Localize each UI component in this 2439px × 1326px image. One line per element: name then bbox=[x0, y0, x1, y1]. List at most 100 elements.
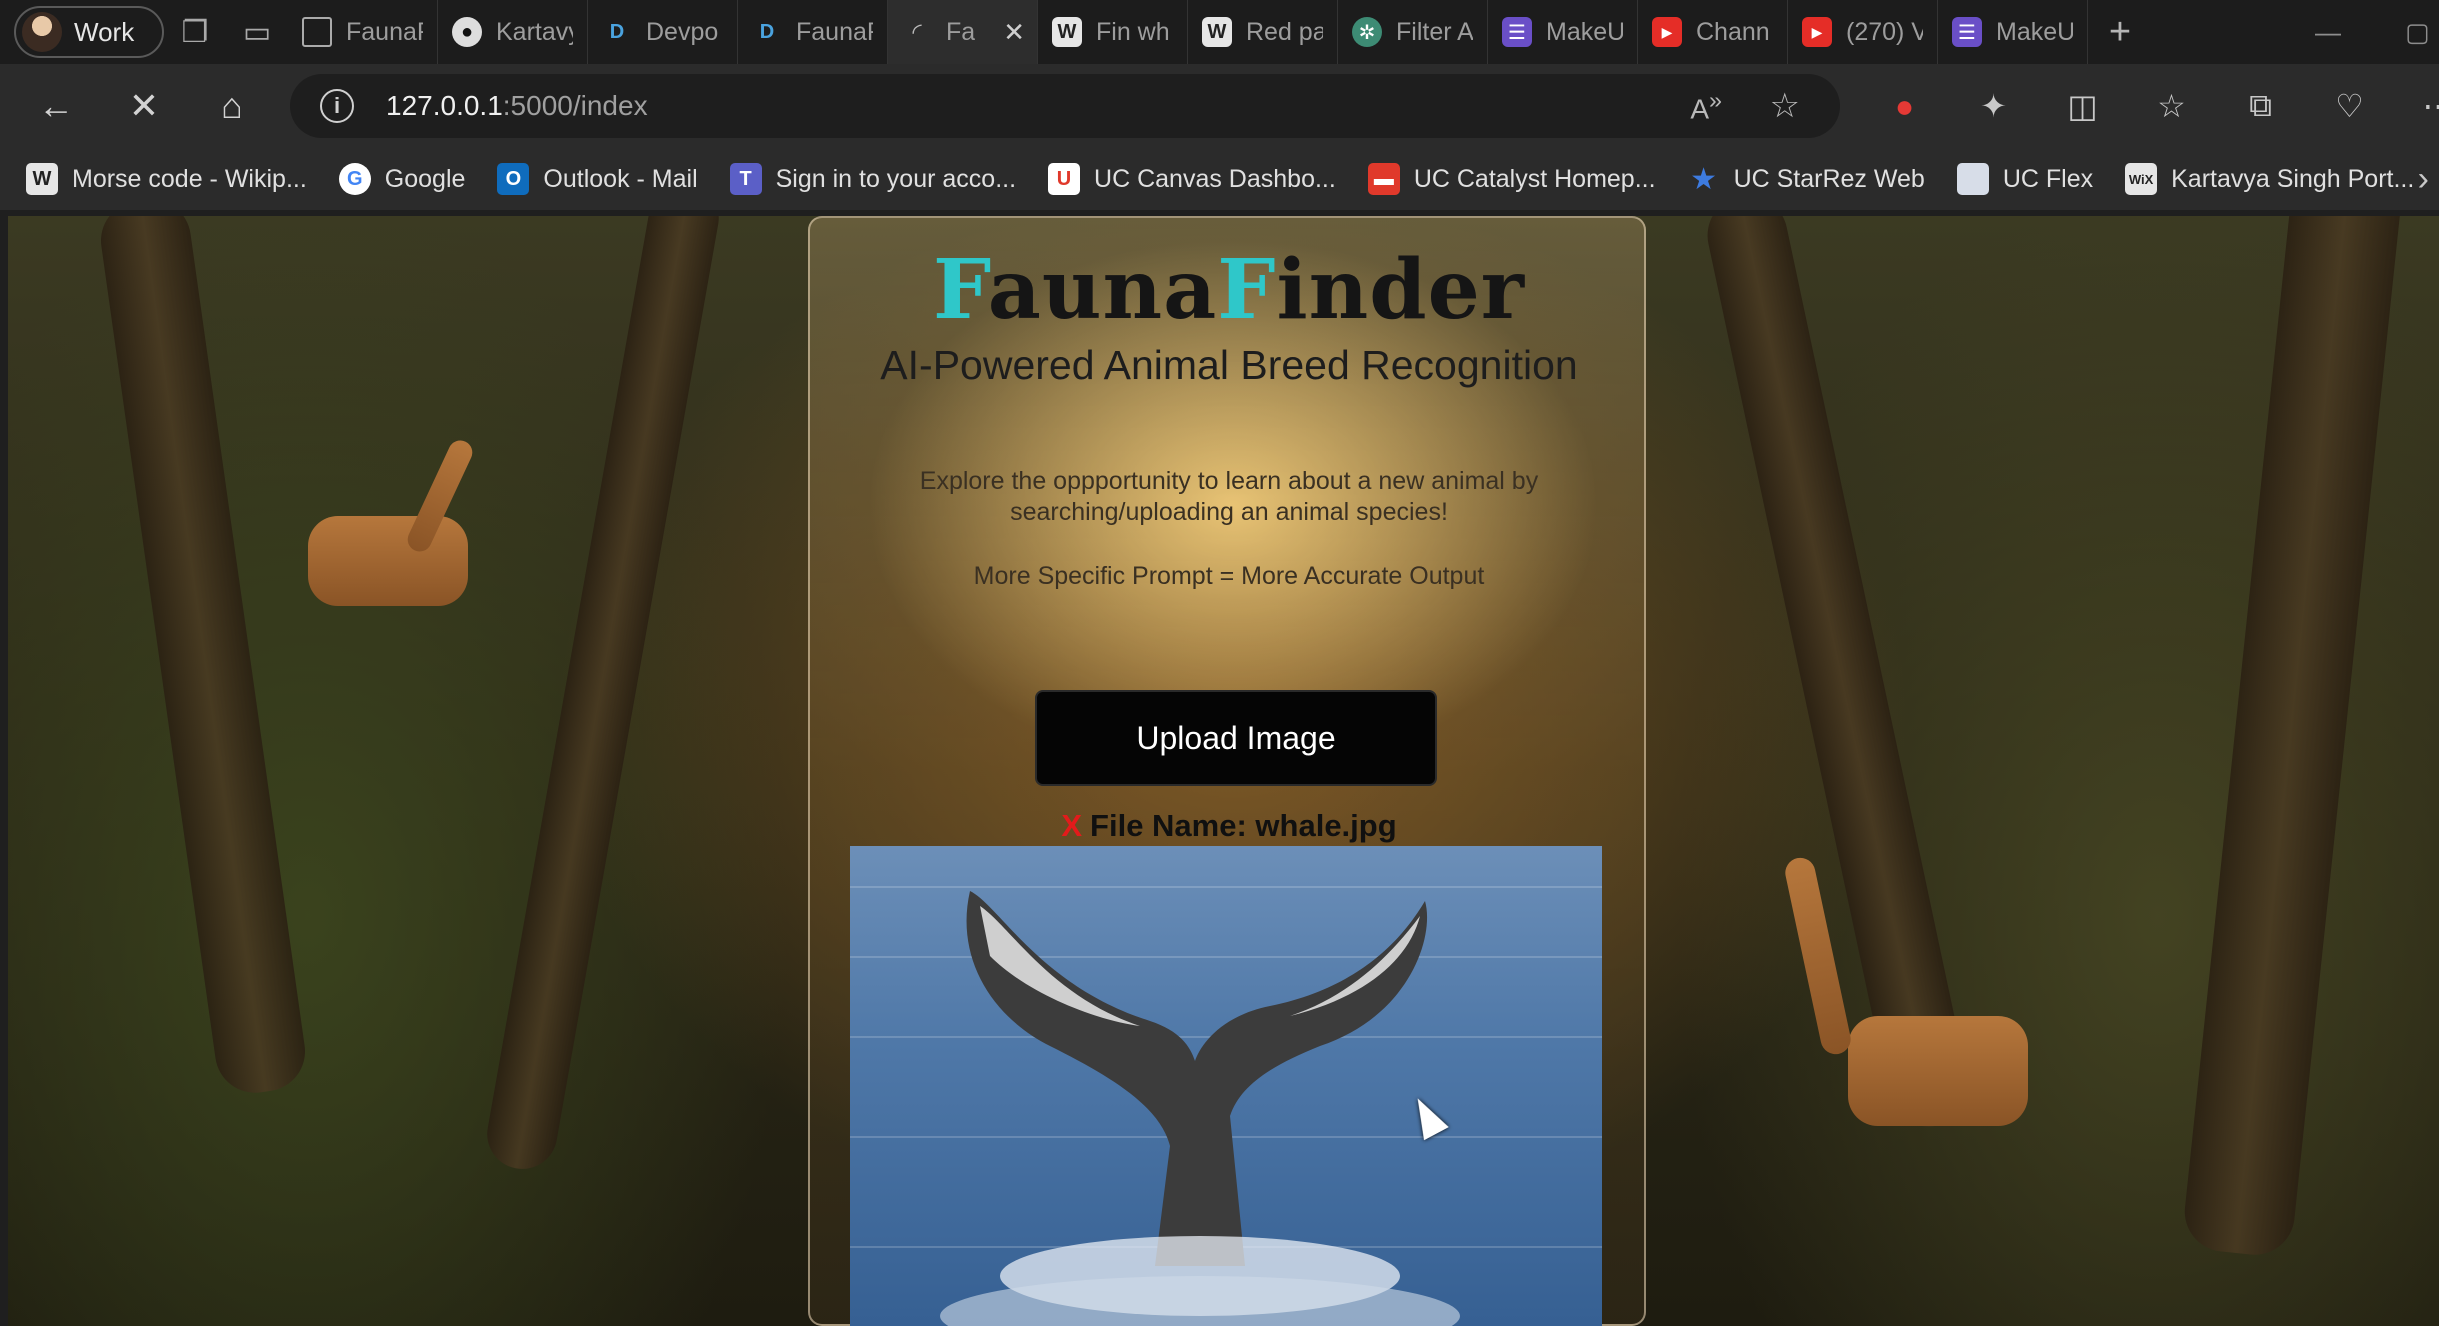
bookmark-item[interactable]: WiX Kartavya Singh Port... bbox=[2125, 163, 2414, 195]
tab[interactable]: D FaunaF bbox=[738, 0, 888, 64]
maximize-icon[interactable]: ▢ bbox=[2405, 0, 2430, 64]
d-icon: D bbox=[759, 20, 775, 43]
bookmark-item[interactable]: UC Flex bbox=[1956, 163, 2093, 195]
tree-trunk bbox=[2180, 216, 2406, 1259]
tab[interactable]: D Devpo bbox=[588, 0, 738, 64]
url-text[interactable]: 127.0.0.1:5000/index bbox=[386, 90, 648, 122]
canvas-icon: U bbox=[1048, 163, 1081, 195]
more-menu-icon[interactable]: ⋯ bbox=[2394, 87, 2439, 125]
bookmark-label: UC StarRez Web bbox=[1733, 164, 1925, 193]
profile-label: Work bbox=[74, 16, 135, 47]
tab[interactable]: ☰ MakeU bbox=[1488, 0, 1638, 64]
tab[interactable]: FaunaF bbox=[288, 0, 438, 64]
read-aloud-icon[interactable]: A» bbox=[1690, 87, 1722, 125]
loading-icon: ◜ bbox=[912, 18, 922, 46]
bookmark-label: UC Canvas Dashbo... bbox=[1094, 164, 1336, 193]
tab-label: MakeU bbox=[1546, 17, 1623, 46]
tab[interactable]: ▶ Chann bbox=[1638, 0, 1788, 64]
new-tab-icon[interactable]: + bbox=[2088, 11, 2152, 54]
tab-label: FaunaF bbox=[796, 17, 873, 46]
minimize-icon[interactable]: — bbox=[2315, 0, 2341, 64]
workspaces-icon[interactable]: ❐ bbox=[164, 0, 226, 64]
browser-toolbar: ← ✕ ⌂ i 127.0.0.1:5000/index A» ☆ ● ✦ ◫ … bbox=[0, 64, 2439, 148]
youtube-icon: ▶ bbox=[1802, 17, 1832, 47]
tree-trunk bbox=[481, 216, 725, 1175]
d-icon: D bbox=[609, 20, 625, 43]
favorites-icon[interactable]: ☆ bbox=[2127, 87, 2216, 125]
browser-tab-bar: Work ❐ ▭ FaunaF ● Kartavy D Devpo D Faun… bbox=[0, 0, 2439, 64]
bookmark-item[interactable]: ★ UC StarRez Web bbox=[1688, 162, 1925, 196]
tab[interactable]: ☰ MakeU bbox=[1938, 0, 2088, 64]
extension-c-icon[interactable]: ● bbox=[1860, 88, 1949, 125]
page-icon bbox=[302, 17, 332, 47]
app-subtitle: AI-Powered Animal Breed Recognition bbox=[880, 342, 1578, 388]
bookmark-label: Outlook - Mail bbox=[543, 164, 698, 193]
tab[interactable]: ● Kartavy bbox=[438, 0, 588, 64]
split-screen-icon[interactable]: ◫ bbox=[2038, 87, 2127, 125]
tip-text: More Specific Prompt = More Accurate Out… bbox=[973, 562, 1485, 590]
tab-active[interactable]: ◜ Fa ✕ bbox=[888, 0, 1038, 64]
toolbar-icons: ● ✦ ◫ ☆ ⧉ ♡ ⋯ bbox=[1860, 64, 2439, 148]
bookmark-item[interactable]: ▬ UC Catalyst Homep... bbox=[1367, 163, 1656, 195]
web-page: FaunaFinder AI-Powered Animal Breed Reco… bbox=[8, 216, 2439, 1326]
tab-label: Filter A bbox=[1396, 17, 1473, 46]
bookmarks-bar: W Morse code - Wikip... G Google O Outlo… bbox=[0, 148, 2439, 210]
tree-trunk bbox=[95, 216, 311, 1098]
close-tab-icon[interactable]: ✕ bbox=[1003, 17, 1025, 48]
tab[interactable]: ✲ Filter A bbox=[1338, 0, 1488, 64]
wikipedia-icon: W bbox=[1202, 17, 1232, 47]
chevron-right-icon[interactable]: › bbox=[2418, 160, 2429, 199]
file-name-label: File Name: whale.jpg bbox=[1090, 808, 1397, 843]
google-icon: G bbox=[338, 163, 371, 195]
collections-icon[interactable]: ⧉ bbox=[2216, 87, 2305, 125]
bookmark-label: Morse code - Wikip... bbox=[72, 164, 307, 193]
list-icon: ☰ bbox=[1952, 17, 1982, 47]
bookmark-label: UC Catalyst Homep... bbox=[1413, 164, 1656, 193]
giraffe-figure bbox=[1848, 1016, 2028, 1126]
browser-essentials-icon[interactable]: ♡ bbox=[2305, 87, 2394, 125]
youtube-icon: ▶ bbox=[1652, 17, 1682, 47]
remove-file-button[interactable]: X bbox=[1061, 808, 1082, 843]
tab-label: FaunaF bbox=[346, 17, 423, 46]
bookmark-label: Google bbox=[384, 164, 466, 193]
bookmark-item[interactable]: U UC Canvas Dashbo... bbox=[1048, 163, 1336, 195]
page-icon bbox=[1956, 163, 1989, 195]
profile-button[interactable]: Work bbox=[14, 6, 164, 58]
catalyst-icon: ▬ bbox=[1367, 163, 1400, 195]
extensions-puzzle-icon[interactable]: ✦ bbox=[1949, 87, 2038, 125]
bookmark-item[interactable]: T Sign in to your acco... bbox=[729, 163, 1016, 195]
favorite-star-icon[interactable]: ☆ bbox=[1770, 86, 1800, 126]
back-arrow-icon[interactable]: ← bbox=[12, 64, 100, 148]
tab-label: Devpo bbox=[646, 17, 719, 46]
tab[interactable]: ▶ (270) V bbox=[1788, 0, 1938, 64]
wikipedia-icon: W bbox=[1052, 17, 1082, 47]
uploaded-image-preview bbox=[850, 846, 1602, 1326]
tab-actions-icon[interactable]: ▭ bbox=[226, 0, 288, 64]
site-info-icon[interactable]: i bbox=[320, 89, 354, 123]
wix-icon: WiX bbox=[2125, 163, 2158, 195]
bookmark-item[interactable]: O Outlook - Mail bbox=[497, 163, 698, 195]
bookmark-item[interactable]: W Morse code - Wikip... bbox=[26, 163, 307, 195]
tab[interactable]: W Red pa bbox=[1188, 0, 1338, 64]
bookmark-label: Kartavya Singh Port... bbox=[2171, 164, 2415, 193]
outlook-icon: O bbox=[497, 163, 530, 195]
address-bar[interactable]: i 127.0.0.1:5000/index A» ☆ bbox=[290, 74, 1840, 138]
stop-loading-icon[interactable]: ✕ bbox=[100, 64, 188, 148]
app-title: FaunaFinder bbox=[933, 242, 1525, 338]
description-text: Explore the oppportunity to learn about … bbox=[919, 467, 1539, 526]
tab-label: Fin wh bbox=[1096, 17, 1170, 46]
upload-image-button[interactable]: Upload Image bbox=[1035, 690, 1437, 786]
file-name-row: X File Name: whale.jpg bbox=[810, 808, 1648, 844]
bookmark-item[interactable]: G Google bbox=[338, 163, 466, 195]
github-icon: ● bbox=[452, 17, 482, 47]
home-icon[interactable]: ⌂ bbox=[188, 64, 276, 148]
star-icon: ★ bbox=[1690, 162, 1718, 196]
avatar bbox=[22, 12, 62, 52]
tab-label: Fa bbox=[946, 17, 976, 46]
giraffe-figure bbox=[308, 516, 468, 606]
tab[interactable]: W Fin wh bbox=[1038, 0, 1188, 64]
main-card: FaunaFinder AI-Powered Animal Breed Reco… bbox=[808, 216, 1646, 1326]
tab-label: Kartavy bbox=[496, 17, 573, 46]
tab-label: (270) V bbox=[1846, 17, 1923, 46]
tab-label: Red pa bbox=[1246, 17, 1323, 46]
